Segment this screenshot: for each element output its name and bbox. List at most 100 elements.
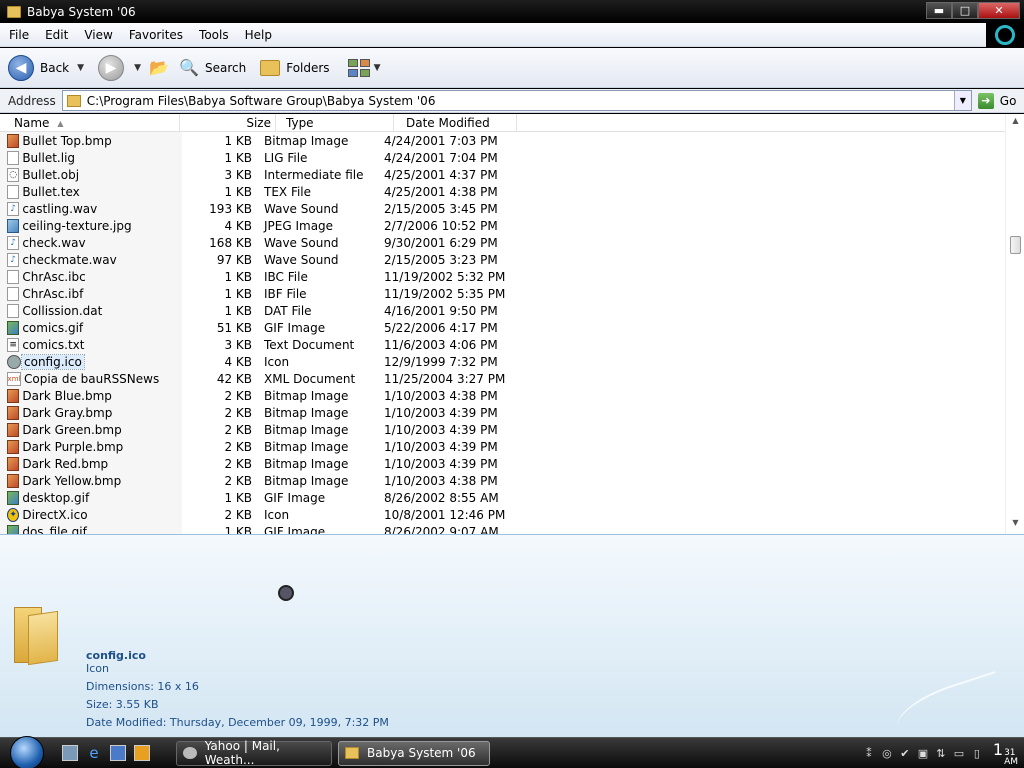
file-row[interactable]: Bullet.tex 1 KB TEX File 4/25/2001 4:38 PM [0,183,1005,200]
address-dropdown-icon[interactable]: ▼ [953,91,971,110]
file-date-modified: 5/22/2006 4:17 PM [384,320,498,335]
views-button[interactable]: ▼ [347,58,380,77]
file-name[interactable]: ceiling-texture.jpg [22,219,160,233]
tray-app-icon[interactable]: ▣ [917,747,929,760]
tray-sync-icon[interactable]: ⇅ [935,747,947,760]
file-row[interactable]: ♪ castling.wav 193 KB Wave Sound 2/15/2005 3… [0,200,1005,217]
file-row[interactable]: ✦ DirectX.ico 2 KB Icon 10/8/2001 12:46 PM [0,506,1005,523]
file-name[interactable]: Copia de bauRSSNews.xml [24,372,160,386]
file-row[interactable]: Collission.dat 1 KB DAT File 4/16/2001 9:50… [0,302,1005,319]
file-type-icon: ◌ [7,167,20,182]
menu-view[interactable]: View [77,28,119,42]
file-row[interactable]: ≡ comics.txt 3 KB Text Document 11/6/2003 4:… [0,336,1005,353]
file-name[interactable]: Dark Yellow.bmp [22,474,160,488]
file-row[interactable]: desktop.gif 1 KB GIF Image 8/26/2002 8:55 A… [0,489,1005,506]
internet-explorer-icon[interactable]: e [86,744,102,762]
tray-monitor-icon[interactable]: ▭ [953,747,965,760]
tray-shield-icon[interactable]: ✔ [899,747,911,760]
go-button[interactable]: ➜ Go [977,92,1016,109]
file-list[interactable]: Name ▲ Size Type Date Modified Bullet Top… [0,114,1024,534]
menu-file[interactable]: File [2,28,36,42]
file-row[interactable]: Dark Yellow.bmp 2 KB Bitmap Image 1/10/2003… [0,472,1005,489]
file-row[interactable]: dos_file.gif 1 KB GIF Image 8/26/2002 9:07 … [0,523,1005,534]
file-name-cell: desktop.gif [0,490,160,505]
file-name[interactable]: Bullet Top.bmp [22,134,160,148]
file-name[interactable]: comics.txt [22,338,160,352]
file-row[interactable]: Bullet Top.bmp 1 KB Bitmap Image 4/24/2001 … [0,132,1005,149]
address-path[interactable]: C:\Program Files\Babya Software Group\Ba… [87,94,436,108]
show-desktop-icon[interactable] [62,745,78,761]
file-name[interactable]: castling.wav [22,202,160,216]
tray-network-icon[interactable]: ◎ [881,747,893,760]
menu-help[interactable]: Help [238,28,279,42]
maximize-button[interactable]: □ [952,2,978,19]
folders-button[interactable]: Folders [260,59,330,76]
file-type: IBC File [264,269,308,284]
scroll-down-icon[interactable]: ▼ [1010,518,1021,527]
forward-button[interactable]: ▶ ▼ [98,54,141,81]
media-player-icon[interactable] [134,745,150,761]
file-row[interactable]: Bullet.lig 1 KB LIG File 4/24/2001 7:04 PM [0,149,1005,166]
file-row[interactable]: ChrAsc.ibc 1 KB IBC File 11/19/2002 5:32 PM [0,268,1005,285]
file-name[interactable]: comics.gif [22,321,160,335]
title-bar[interactable]: Babya System '06 ▬ □ ✕ [0,0,1024,23]
file-name[interactable]: DirectX.ico [22,508,160,522]
file-name[interactable]: Bullet.tex [22,185,160,199]
menu-tools[interactable]: Tools [192,28,236,42]
file-name[interactable]: ChrAsc.ibf [22,287,160,301]
file-row[interactable]: Dark Blue.bmp 2 KB Bitmap Image 1/10/2003 4… [0,387,1005,404]
file-name[interactable]: Dark Blue.bmp [22,389,160,403]
file-row[interactable]: config.ico 4 KB Icon 12/9/1999 7:32 PM [0,353,1005,370]
file-row[interactable]: Dark Purple.bmp 2 KB Bitmap Image 1/10/2003… [0,438,1005,455]
file-name[interactable]: Bullet.obj [22,168,160,182]
file-name[interactable]: Collission.dat [22,304,160,318]
file-row[interactable]: Dark Red.bmp 2 KB Bitmap Image 1/10/2003 4:… [0,455,1005,472]
taskbar-clock[interactable]: 1 31 AM [993,740,1018,767]
taskbar-item-babya-system[interactable]: Babya System '06 [338,740,490,766]
file-row[interactable]: ◌ Bullet.obj 3 KB Intermediate file 4/25/200… [0,166,1005,183]
back-dropdown-icon[interactable]: ▼ [77,63,84,73]
address-input[interactable]: C:\Program Files\Babya Software Group\Ba… [61,90,972,111]
file-row[interactable]: ChrAsc.ibf 1 KB IBF File 11/19/2002 5:35 PM [0,285,1005,302]
menu-favorites[interactable]: Favorites [122,28,190,42]
file-name[interactable]: Dark Gray.bmp [22,406,160,420]
file-type: Icon [264,507,290,522]
file-name[interactable]: Dark Red.bmp [22,457,160,471]
file-name[interactable]: Bullet.lig [22,151,160,165]
file-row[interactable]: ♪ checkmate.wav 97 KB Wave Sound 2/15/2005 3… [0,251,1005,268]
file-name[interactable]: Dark Green.bmp [22,423,160,437]
column-name[interactable]: Name ▲ [0,114,180,132]
back-button[interactable]: ◀ Back ▼ [8,54,84,81]
file-row[interactable]: Dark Gray.bmp 2 KB Bitmap Image 1/10/2003 4… [0,404,1005,421]
up-folder-button[interactable]: 📂 [149,58,175,77]
switch-windows-icon[interactable] [110,745,126,761]
column-size[interactable]: Size [180,114,276,132]
close-button[interactable]: ✕ [978,2,1020,19]
file-row[interactable]: comics.gif 51 KB GIF Image 5/22/2006 4:17 P… [0,319,1005,336]
file-row[interactable]: Dark Green.bmp 2 KB Bitmap Image 1/10/2003 … [0,421,1005,438]
tray-volume-icon[interactable]: ▯ [971,747,983,760]
menu-edit[interactable]: Edit [38,28,75,42]
search-button[interactable]: 🔍 Search [179,58,246,77]
scrollbar-thumb[interactable] [1010,236,1021,254]
file-name[interactable]: check.wav [22,236,160,250]
file-row[interactable]: ceiling-texture.jpg 4 KB JPEG Image 2/7/200… [0,217,1005,234]
file-name-cell: Bullet Top.bmp [0,133,160,148]
file-row[interactable]: xmlCopia de bauRSSNews.xml 42 KB XML Docum… [0,370,1005,387]
file-name[interactable]: checkmate.wav [22,253,160,267]
scroll-up-icon[interactable]: ▲ [1010,116,1021,125]
file-row[interactable]: ♪ check.wav 168 KB Wave Sound 9/30/2001 6:29… [0,234,1005,251]
start-button[interactable] [10,736,44,768]
forward-dropdown-icon[interactable]: ▼ [134,63,141,73]
file-name[interactable]: Dark Purple.bmp [22,440,160,454]
column-date-modified[interactable]: Date Modified [394,114,517,132]
file-name[interactable]: ChrAsc.ibc [22,270,160,284]
minimize-button[interactable]: ▬ [926,2,952,19]
file-name[interactable]: config.ico [21,353,85,370]
vertical-scrollbar[interactable]: ▲ ▼ [1005,114,1024,534]
file-name[interactable]: desktop.gif [22,491,160,505]
file-name[interactable]: dos_file.gif [22,525,160,535]
taskbar-item-yahoo[interactable]: Yahoo | Mail, Weath... [176,739,332,767]
tray-expand-icon[interactable]: ⁑ [863,747,875,760]
column-type[interactable]: Type [276,114,394,132]
